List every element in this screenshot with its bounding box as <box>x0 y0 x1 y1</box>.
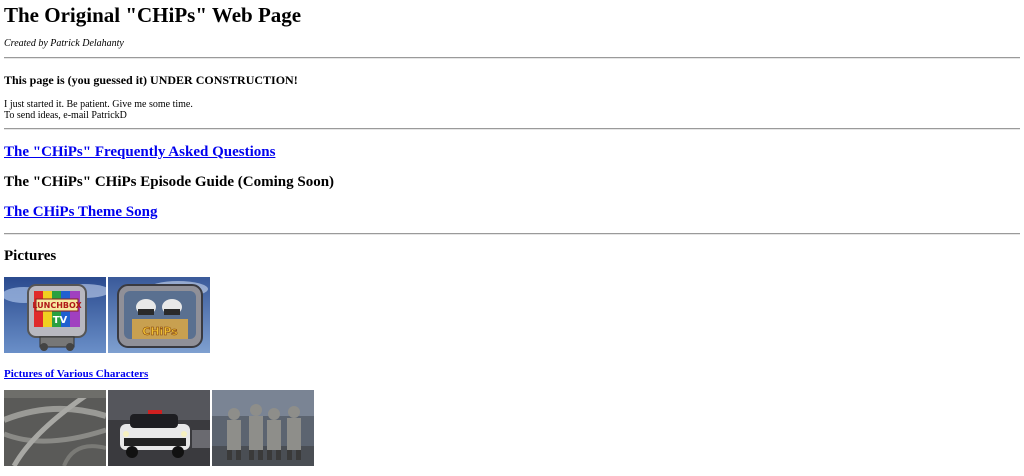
chips-officers-tv-image[interactable]: CHiPs <box>108 277 210 353</box>
lunchbox-tv-image[interactable]: LUNCHBOX TV <box>4 277 106 353</box>
characters-link[interactable]: Pictures of Various Characters <box>4 368 148 380</box>
pictures-heading: Pictures <box>4 248 57 264</box>
svg-text:LUNCHBOX: LUNCHBOX <box>32 301 82 310</box>
divider <box>4 57 1020 59</box>
characters-pictures-row <box>4 390 1020 466</box>
intro-note: I just started it. Be patient. Give me s… <box>4 99 1020 121</box>
page-title: The Original "CHiPs" Web Page <box>4 3 302 27</box>
episode-guide-heading: The "CHiPs" CHiPs Episode Guide (Coming … <box>4 174 335 190</box>
faq-heading: The "CHiPs" Frequently Asked Questions <box>4 143 1020 161</box>
police-car-image[interactable] <box>108 390 210 466</box>
divider <box>4 128 1020 130</box>
svg-text:CHiPs: CHiPs <box>142 325 178 338</box>
theme-song-link[interactable]: The CHiPs Theme Song <box>4 204 158 220</box>
svg-text:TV: TV <box>53 315 68 326</box>
officers-group-image[interactable] <box>212 390 314 466</box>
theme-song-heading: The CHiPs Theme Song <box>4 203 1020 221</box>
divider <box>4 233 1020 235</box>
author-credit: Created by Patrick Delahanty <box>4 38 124 49</box>
characters-heading: Pictures of Various Characters <box>4 368 1020 381</box>
intro-note-line1: I just started it. Be patient. Give me s… <box>4 99 193 110</box>
construction-notice: This page is (you guessed it) UNDER CONS… <box>4 73 298 87</box>
pictures-row: LUNCHBOX TV CHiPs <box>4 277 1020 353</box>
page: The Original "CHiPs" Web Page Created by… <box>0 0 1024 466</box>
intro-note-line2: To send ideas, e-mail PatrickD <box>4 110 127 121</box>
freeway-interchange-image[interactable] <box>4 390 106 466</box>
faq-link[interactable]: The "CHiPs" Frequently Asked Questions <box>4 144 275 160</box>
